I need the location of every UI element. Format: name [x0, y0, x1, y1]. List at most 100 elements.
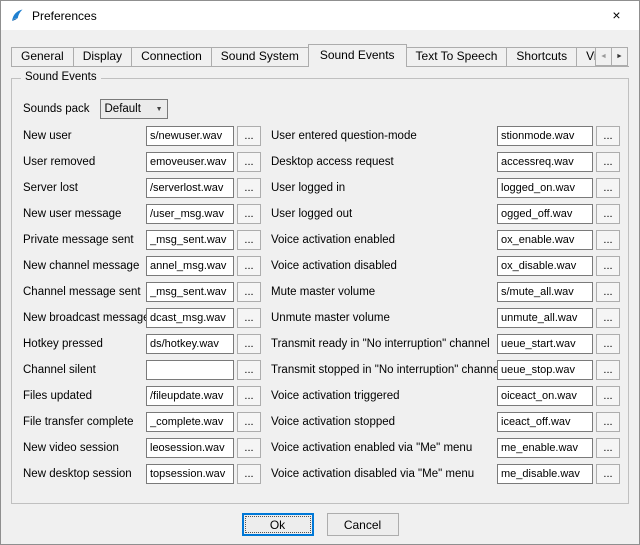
event-label: User removed	[23, 156, 146, 168]
event-file-input[interactable]	[146, 178, 234, 198]
sounds-pack-row: Sounds pack Default ▼	[23, 99, 168, 119]
event-file-input[interactable]	[497, 386, 593, 406]
browse-button[interactable]: ...	[596, 360, 620, 380]
browse-button[interactable]: ...	[596, 464, 620, 484]
event-file-input[interactable]	[146, 412, 234, 432]
sound-event-row: Private message sent...Voice activation …	[23, 227, 623, 253]
event-label: New desktop session	[23, 468, 146, 480]
event-file-input[interactable]	[146, 230, 234, 250]
tab-general[interactable]: General	[11, 47, 74, 66]
event-file-input[interactable]	[497, 334, 593, 354]
event-file-input[interactable]	[497, 204, 593, 224]
event-label: New video session	[23, 442, 146, 454]
browse-button[interactable]: ...	[596, 308, 620, 328]
event-label: Unmute master volume	[271, 312, 497, 324]
browse-button[interactable]: ...	[596, 334, 620, 354]
window-title: Preferences	[32, 9, 97, 23]
event-file-input[interactable]	[497, 438, 593, 458]
tab-text-to-speech[interactable]: Text To Speech	[406, 47, 508, 66]
event-file-input[interactable]	[146, 126, 234, 146]
event-label: Channel silent	[23, 364, 146, 376]
browse-button[interactable]: ...	[596, 126, 620, 146]
event-label: File transfer complete	[23, 416, 146, 428]
event-file-input[interactable]	[497, 178, 593, 198]
browse-button[interactable]: ...	[596, 438, 620, 458]
browse-button[interactable]: ...	[596, 256, 620, 276]
event-label: New channel message	[23, 260, 146, 272]
sound-event-row: New broadcast message...Unmute master vo…	[23, 305, 623, 331]
event-label: Voice activation disabled via "Me" menu	[271, 468, 497, 480]
event-file-input[interactable]	[497, 152, 593, 172]
tab-display[interactable]: Display	[73, 47, 132, 66]
event-file-input[interactable]	[497, 308, 593, 328]
browse-button[interactable]: ...	[596, 230, 620, 250]
preferences-window: Preferences × GeneralDisplayConnectionSo…	[0, 0, 640, 545]
event-label: Voice activation enabled via "Me" menu	[271, 442, 497, 454]
browse-button[interactable]: ...	[237, 178, 261, 198]
tab-shortcuts[interactable]: Shortcuts	[506, 47, 577, 66]
browse-button[interactable]: ...	[596, 412, 620, 432]
sound-event-row: Server lost...User logged in...	[23, 175, 623, 201]
tab-scroll-left-icon[interactable]: ◄	[595, 47, 612, 66]
browse-button[interactable]: ...	[237, 282, 261, 302]
event-label: Voice activation stopped	[271, 416, 497, 428]
cancel-button[interactable]: Cancel	[327, 513, 399, 536]
event-label: New user	[23, 130, 146, 142]
sound-event-row: Files updated...Voice activation trigger…	[23, 383, 623, 409]
sound-events-group: Sound Events Sounds pack Default ▼ New u…	[11, 78, 629, 504]
browse-button[interactable]: ...	[596, 178, 620, 198]
browse-button[interactable]: ...	[596, 152, 620, 172]
event-file-input[interactable]	[146, 204, 234, 224]
tab-sound-system[interactable]: Sound System	[211, 47, 309, 66]
event-file-input[interactable]	[497, 360, 593, 380]
browse-button[interactable]: ...	[237, 412, 261, 432]
browse-button[interactable]: ...	[237, 308, 261, 328]
event-file-input[interactable]	[146, 386, 234, 406]
event-file-input[interactable]	[146, 256, 234, 276]
event-label: Voice activation disabled	[271, 260, 497, 272]
tab-connection[interactable]: Connection	[131, 47, 212, 66]
sounds-pack-value: Default	[105, 103, 141, 115]
browse-button[interactable]: ...	[237, 438, 261, 458]
browse-button[interactable]: ...	[237, 360, 261, 380]
tab-scroll-right-icon[interactable]: ►	[611, 47, 628, 66]
event-file-input[interactable]	[497, 412, 593, 432]
event-file-input[interactable]	[497, 464, 593, 484]
group-title: Sound Events	[21, 71, 101, 83]
event-label: Voice activation triggered	[271, 390, 497, 402]
browse-button[interactable]: ...	[237, 152, 261, 172]
tab-sound-events[interactable]: Sound Events	[308, 44, 407, 67]
browse-button[interactable]: ...	[596, 282, 620, 302]
tab-scroll-control: ◄ ►	[595, 47, 628, 66]
event-file-input[interactable]	[497, 282, 593, 302]
event-file-input[interactable]	[497, 230, 593, 250]
event-file-input[interactable]	[146, 282, 234, 302]
event-file-input[interactable]	[146, 308, 234, 328]
browse-button[interactable]: ...	[237, 386, 261, 406]
event-file-input[interactable]	[497, 126, 593, 146]
event-file-input[interactable]	[146, 334, 234, 354]
event-file-input[interactable]	[146, 438, 234, 458]
browse-button[interactable]: ...	[596, 386, 620, 406]
event-file-input[interactable]	[146, 464, 234, 484]
sounds-pack-select[interactable]: Default ▼	[100, 99, 168, 119]
event-file-input[interactable]	[146, 360, 234, 380]
browse-button[interactable]: ...	[237, 334, 261, 354]
app-icon	[9, 8, 25, 24]
sound-event-row: New user...User entered question-mode...	[23, 123, 623, 149]
event-label: Hotkey pressed	[23, 338, 146, 350]
event-label: Private message sent	[23, 234, 146, 246]
browse-button[interactable]: ...	[596, 204, 620, 224]
close-icon[interactable]: ×	[594, 1, 639, 30]
event-file-input[interactable]	[497, 256, 593, 276]
browse-button[interactable]: ...	[237, 126, 261, 146]
ok-button[interactable]: Ok	[242, 513, 314, 536]
browse-button[interactable]: ...	[237, 464, 261, 484]
browse-button[interactable]: ...	[237, 204, 261, 224]
sound-event-row: Hotkey pressed...Transmit ready in "No i…	[23, 331, 623, 357]
event-file-input[interactable]	[146, 152, 234, 172]
browse-button[interactable]: ...	[237, 230, 261, 250]
dropdown-arrow-icon: ▼	[156, 106, 163, 113]
titlebar: Preferences ×	[1, 1, 639, 30]
browse-button[interactable]: ...	[237, 256, 261, 276]
